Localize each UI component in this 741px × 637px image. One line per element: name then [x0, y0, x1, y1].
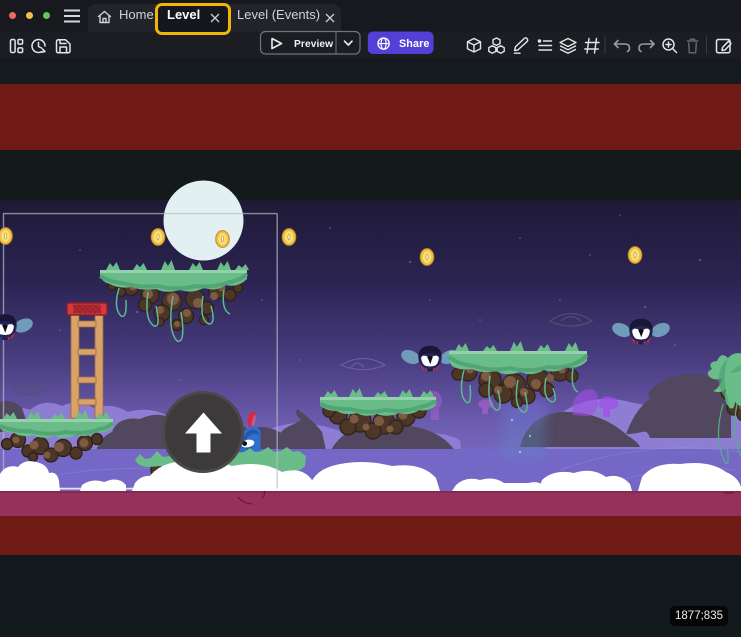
svg-text:Preview: Preview: [294, 39, 333, 50]
svg-text:Share: Share: [399, 38, 430, 50]
